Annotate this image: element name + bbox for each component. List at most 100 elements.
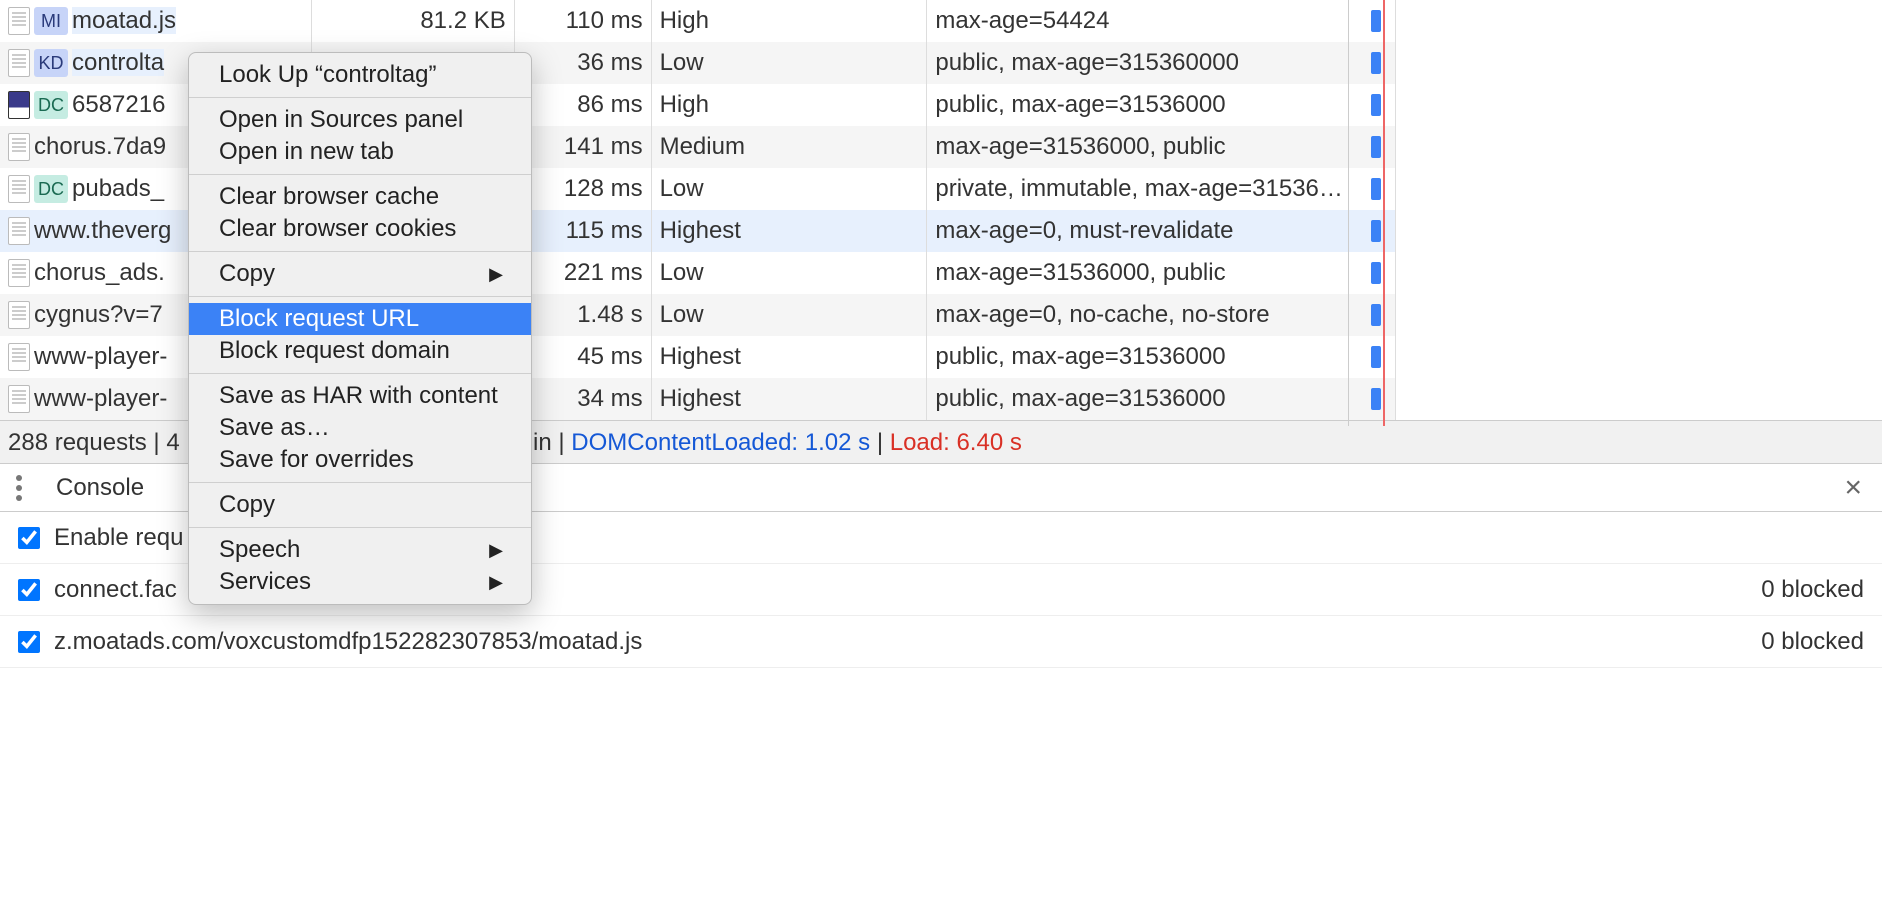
request-name: cygnus?v=7 bbox=[34, 301, 163, 328]
cell-time: 221 ms bbox=[514, 252, 651, 294]
cell-priority: Medium bbox=[651, 126, 927, 168]
cell-time: 45 ms bbox=[514, 336, 651, 378]
initiator-badge: DC bbox=[34, 91, 68, 119]
menu-block-request-url[interactable]: Block request URL bbox=[189, 303, 531, 335]
enable-blocking-checkbox[interactable] bbox=[18, 527, 40, 549]
request-name: chorus.7da9 bbox=[34, 133, 166, 160]
pattern-label: connect.fac bbox=[54, 576, 177, 604]
table-row[interactable]: MImoatad.js 81.2 KB110 msHighmax-age=5442… bbox=[0, 0, 1396, 42]
file-icon bbox=[8, 343, 30, 371]
menu-lookup[interactable]: Look Up “controltag” bbox=[189, 59, 531, 91]
cell-priority: Low bbox=[651, 42, 927, 84]
cell-cache: public, max-age=315360000 bbox=[927, 42, 1396, 84]
pattern-label: z.moatads.com/voxcustomdfp152282307853/m… bbox=[54, 628, 642, 656]
cell-size: 81.2 KB bbox=[311, 0, 514, 42]
load-marker-line bbox=[1383, 0, 1385, 426]
waterfall-bar bbox=[1371, 178, 1381, 200]
summary-domcontentloaded: DOMContentLoaded: 1.02 s bbox=[571, 429, 870, 456]
file-icon bbox=[8, 259, 30, 287]
initiator-badge: MI bbox=[34, 7, 68, 35]
cell-time: 141 ms bbox=[514, 126, 651, 168]
file-icon bbox=[8, 217, 30, 245]
waterfall-bar bbox=[1371, 94, 1381, 116]
cell-cache: max-age=0, must-revalidate bbox=[927, 210, 1396, 252]
cell-priority: Low bbox=[651, 168, 927, 210]
cell-time: 1.48 s bbox=[514, 294, 651, 336]
chevron-right-icon: ▶ bbox=[489, 534, 503, 566]
menu-save-har[interactable]: Save as HAR with content bbox=[189, 380, 531, 412]
cell-cache: max-age=54424 bbox=[927, 0, 1396, 42]
blocked-pattern-row[interactable]: z.moatads.com/voxcustomdfp152282307853/m… bbox=[0, 616, 1882, 668]
menu-save-overrides[interactable]: Save for overrides bbox=[189, 444, 531, 476]
cell-priority: High bbox=[651, 0, 927, 42]
menu-copy[interactable]: Copy▶ bbox=[189, 258, 531, 290]
cell-priority: Highest bbox=[651, 336, 927, 378]
cell-time: 34 ms bbox=[514, 378, 651, 420]
waterfall-bar bbox=[1371, 346, 1381, 368]
menu-clear-cache[interactable]: Clear browser cache bbox=[189, 181, 531, 213]
menu-open-new-tab[interactable]: Open in new tab bbox=[189, 136, 531, 168]
cell-priority: Low bbox=[651, 252, 927, 294]
cell-time: 86 ms bbox=[514, 84, 651, 126]
cell-cache: public, max-age=31536000 bbox=[927, 84, 1396, 126]
waterfall-bar bbox=[1371, 10, 1381, 32]
pattern-checkbox[interactable] bbox=[18, 579, 40, 601]
cell-priority: Highest bbox=[651, 210, 927, 252]
summary-requests: 288 requests bbox=[8, 429, 147, 456]
menu-services[interactable]: Services▶ bbox=[189, 566, 531, 598]
cell-time: 115 ms bbox=[514, 210, 651, 252]
context-menu: Look Up “controltag” Open in Sources pan… bbox=[188, 52, 532, 605]
request-name: controlta bbox=[72, 49, 164, 76]
cell-priority: Highest bbox=[651, 378, 927, 420]
menu-open-sources[interactable]: Open in Sources panel bbox=[189, 104, 531, 136]
chevron-right-icon: ▶ bbox=[489, 566, 503, 598]
cell-cache: public, max-age=31536000 bbox=[927, 336, 1396, 378]
menu-speech[interactable]: Speech▶ bbox=[189, 534, 531, 566]
initiator-badge: DC bbox=[34, 175, 68, 203]
request-name: www-player- bbox=[34, 343, 167, 370]
enable-blocking-label: Enable requ bbox=[54, 524, 183, 552]
close-icon[interactable]: × bbox=[1844, 471, 1862, 505]
menu-clear-cookies[interactable]: Clear browser cookies bbox=[189, 213, 531, 245]
request-name: 6587216 bbox=[72, 91, 165, 118]
cell-cache: public, max-age=31536000 bbox=[927, 378, 1396, 420]
cell-priority: High bbox=[651, 84, 927, 126]
chevron-right-icon: ▶ bbox=[489, 258, 503, 290]
file-icon bbox=[8, 301, 30, 329]
cell-cache: max-age=0, no-cache, no-store bbox=[927, 294, 1396, 336]
waterfall-bar bbox=[1371, 136, 1381, 158]
cell-time: 110 ms bbox=[514, 0, 651, 42]
request-name: chorus_ads. bbox=[34, 259, 165, 286]
menu-block-request-domain[interactable]: Block request domain bbox=[189, 335, 531, 367]
cell-cache: max-age=31536000, public bbox=[927, 252, 1396, 294]
pattern-checkbox[interactable] bbox=[18, 631, 40, 653]
file-icon bbox=[8, 49, 30, 77]
tab-console[interactable]: Console bbox=[56, 474, 144, 502]
waterfall-bar bbox=[1371, 220, 1381, 242]
file-icon bbox=[8, 175, 30, 203]
waterfall-bar bbox=[1371, 52, 1381, 74]
request-name: www-player- bbox=[34, 385, 167, 412]
file-icon bbox=[8, 385, 30, 413]
cell-time: 36 ms bbox=[514, 42, 651, 84]
request-name: moatad.js bbox=[72, 7, 176, 34]
request-name: www.theverg bbox=[34, 217, 171, 244]
waterfall-column bbox=[1348, 0, 1548, 426]
request-name: pubads_ bbox=[72, 175, 164, 202]
summary-load: Load: 6.40 s bbox=[890, 429, 1022, 456]
file-icon bbox=[8, 133, 30, 161]
cell-priority: Low bbox=[651, 294, 927, 336]
cell-cache: private, immutable, max-age=31536… bbox=[927, 168, 1396, 210]
menu-copy2[interactable]: Copy bbox=[189, 489, 531, 521]
blocked-count: 0 blocked bbox=[1761, 576, 1864, 604]
waterfall-bar bbox=[1371, 388, 1381, 410]
cell-time: 128 ms bbox=[514, 168, 651, 210]
waterfall-bar bbox=[1371, 304, 1381, 326]
menu-save-as[interactable]: Save as… bbox=[189, 412, 531, 444]
cell-cache: max-age=31536000, public bbox=[927, 126, 1396, 168]
kebab-icon[interactable] bbox=[16, 485, 22, 491]
blocked-count: 0 blocked bbox=[1761, 628, 1864, 656]
waterfall-bar bbox=[1371, 262, 1381, 284]
file-icon bbox=[8, 91, 30, 119]
file-icon bbox=[8, 7, 30, 35]
